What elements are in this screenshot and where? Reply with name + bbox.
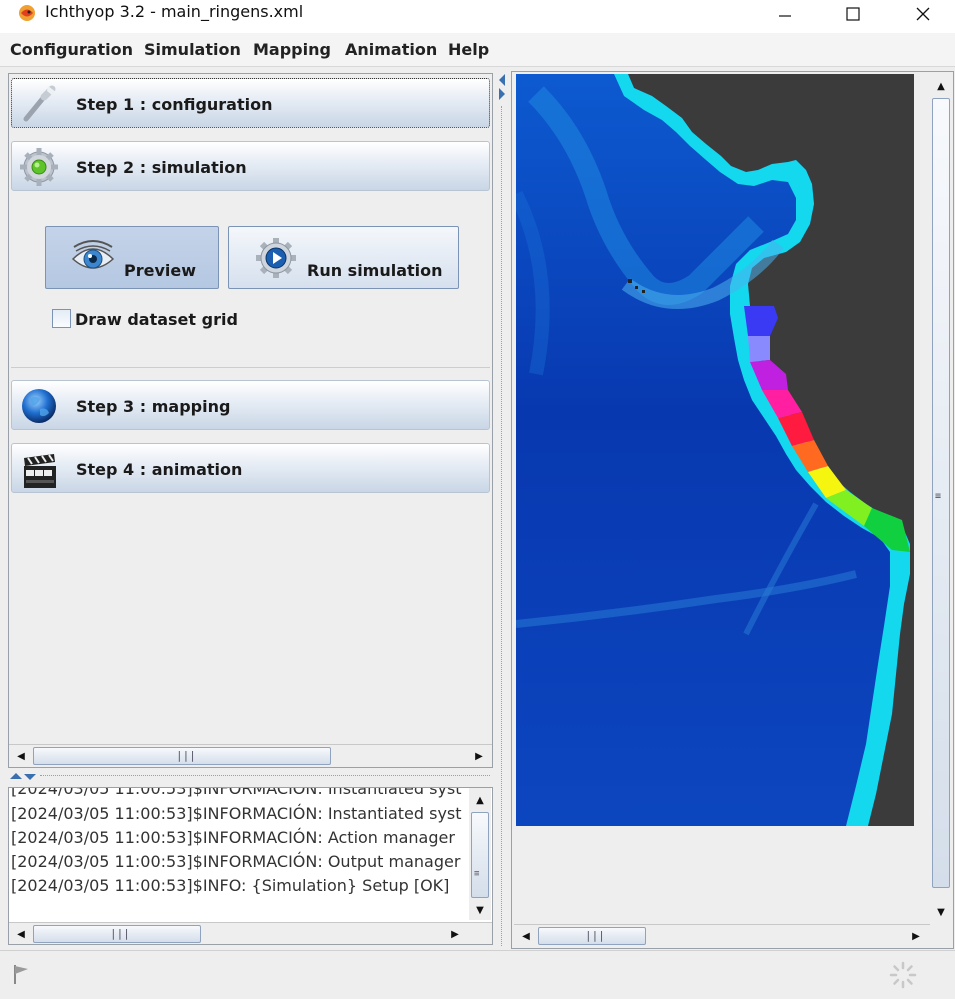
map-hscroll[interactable]: ◀ ||| ▶ — [514, 924, 930, 946]
scroll-right-arrow[interactable]: ▶ — [906, 926, 926, 946]
split-divider[interactable] — [8, 770, 493, 784]
maximize-button[interactable] — [818, 0, 888, 28]
map-vscroll-thumb[interactable]: ≡ — [932, 98, 950, 888]
scroll-up-arrow[interactable]: ▲ — [470, 790, 490, 810]
step-4-header[interactable]: Step 4 : animation — [11, 443, 490, 493]
draw-grid-checkbox[interactable] — [52, 309, 71, 328]
log-line: [2024/03/05 11:00:53]$INFORMACIÓN: Actio… — [11, 828, 455, 847]
grip-icon: ≡ — [474, 869, 480, 879]
scroll-left-arrow[interactable]: ◀ — [11, 924, 31, 944]
log-hscroll-thumb[interactable]: ||| — [33, 925, 201, 943]
step-1-header[interactable]: Step 1 : configuration — [11, 78, 490, 128]
flag-icon — [14, 965, 28, 984]
step-1-label: Step 1 : configuration — [76, 95, 273, 114]
scroll-down-arrow[interactable]: ▼ — [470, 900, 490, 920]
close-button[interactable] — [888, 0, 955, 28]
menu-bar: Configuration Simulation Mapping Animati… — [0, 33, 955, 67]
menu-help[interactable]: Help — [448, 40, 489, 59]
map-viewer: ▲ ≡ ▼ ◀ ||| ▶ — [511, 71, 954, 949]
scroll-down-arrow[interactable]: ▼ — [931, 902, 951, 922]
gear-icon — [20, 148, 58, 186]
log-panel: [2024/03/05 11:00:53]$INFORMACIÓN: Insta… — [8, 787, 493, 945]
scroll-right-arrow[interactable]: ▶ — [445, 924, 465, 944]
close-icon — [916, 7, 930, 21]
menu-mapping[interactable]: Mapping — [253, 40, 331, 59]
ocean-map[interactable] — [516, 74, 914, 826]
step-3-header[interactable]: Step 3 : mapping — [11, 380, 490, 430]
maximize-icon — [846, 7, 860, 21]
main-split-divider[interactable] — [495, 70, 509, 950]
scroll-left-arrow[interactable]: ◀ — [516, 926, 536, 946]
wrench-icon — [23, 85, 56, 122]
menu-simulation[interactable]: Simulation — [144, 40, 241, 59]
clapperboard-icon — [24, 454, 56, 488]
log-line: [2024/03/05 11:00:53]$INFORMACIÓN: Insta… — [11, 804, 462, 823]
step-3-label: Step 3 : mapping — [76, 397, 231, 416]
task-pane: Step 1 : configuration Step 2 : simulati… — [8, 73, 493, 768]
window-title: Ichthyop 3.2 - main_ringens.xml — [45, 2, 304, 21]
log-vscroll-thumb[interactable]: ≡ — [471, 812, 489, 898]
collapse-arrows-icon — [499, 74, 505, 100]
map-vscroll[interactable]: ▲ ≡ ▼ — [930, 74, 952, 926]
minimize-button[interactable] — [750, 0, 820, 28]
status-bar — [0, 950, 955, 999]
step-2-label: Step 2 : simulation — [76, 158, 247, 177]
menu-configuration[interactable]: Configuration — [10, 40, 133, 59]
grip-icon: ||| — [585, 929, 605, 942]
map-hscroll-thumb[interactable]: ||| — [538, 927, 646, 945]
task-pane-hscroll[interactable]: ◀ ||| ▶ — [9, 744, 492, 766]
log-line: [2024/03/05 11:00:53]$INFORMACIÓN: Outpu… — [11, 852, 461, 871]
map-image — [516, 74, 910, 826]
run-simulation-label: Run simulation — [307, 261, 443, 280]
preview-button[interactable]: Preview — [45, 226, 219, 289]
minimize-icon — [779, 15, 791, 17]
title-bar: Ichthyop 3.2 - main_ringens.xml — [0, 0, 955, 33]
step-4-label: Step 4 : animation — [76, 460, 243, 479]
run-simulation-button[interactable]: Run simulation — [228, 226, 459, 289]
log-vscroll[interactable]: ▲ ≡ ▼ — [469, 788, 491, 920]
scroll-up-arrow[interactable]: ▲ — [931, 76, 951, 96]
simulation-panel: Preview Run simulation Draw dataset grid — [11, 192, 490, 368]
menu-animation[interactable]: Animation — [345, 40, 437, 59]
globe-icon — [22, 389, 56, 423]
step-2-header[interactable]: Step 2 : simulation — [11, 141, 490, 191]
gear-play-icon — [256, 238, 296, 278]
grip-icon: ||| — [110, 927, 130, 940]
log-line: [2024/03/05 11:00:53]$INFORMACIÓN: Insta… — [11, 787, 462, 798]
app-fish-icon — [19, 5, 35, 21]
scroll-right-arrow[interactable]: ▶ — [469, 746, 489, 766]
preview-label: Preview — [124, 261, 197, 280]
log-hscroll[interactable]: ◀ ||| ▶ — [9, 922, 492, 944]
scroll-thumb[interactable]: ||| — [33, 747, 331, 765]
log-line: [2024/03/05 11:00:53]$INFO: {Simulation}… — [11, 876, 450, 895]
busy-spinner-icon — [889, 961, 917, 989]
eye-icon — [71, 240, 115, 269]
split-arrows-icon — [10, 773, 36, 780]
grip-icon: ||| — [176, 749, 196, 762]
grip-icon: ≡ — [935, 491, 942, 502]
scroll-left-arrow[interactable]: ◀ — [11, 746, 31, 766]
draw-grid-label: Draw dataset grid — [75, 310, 238, 329]
